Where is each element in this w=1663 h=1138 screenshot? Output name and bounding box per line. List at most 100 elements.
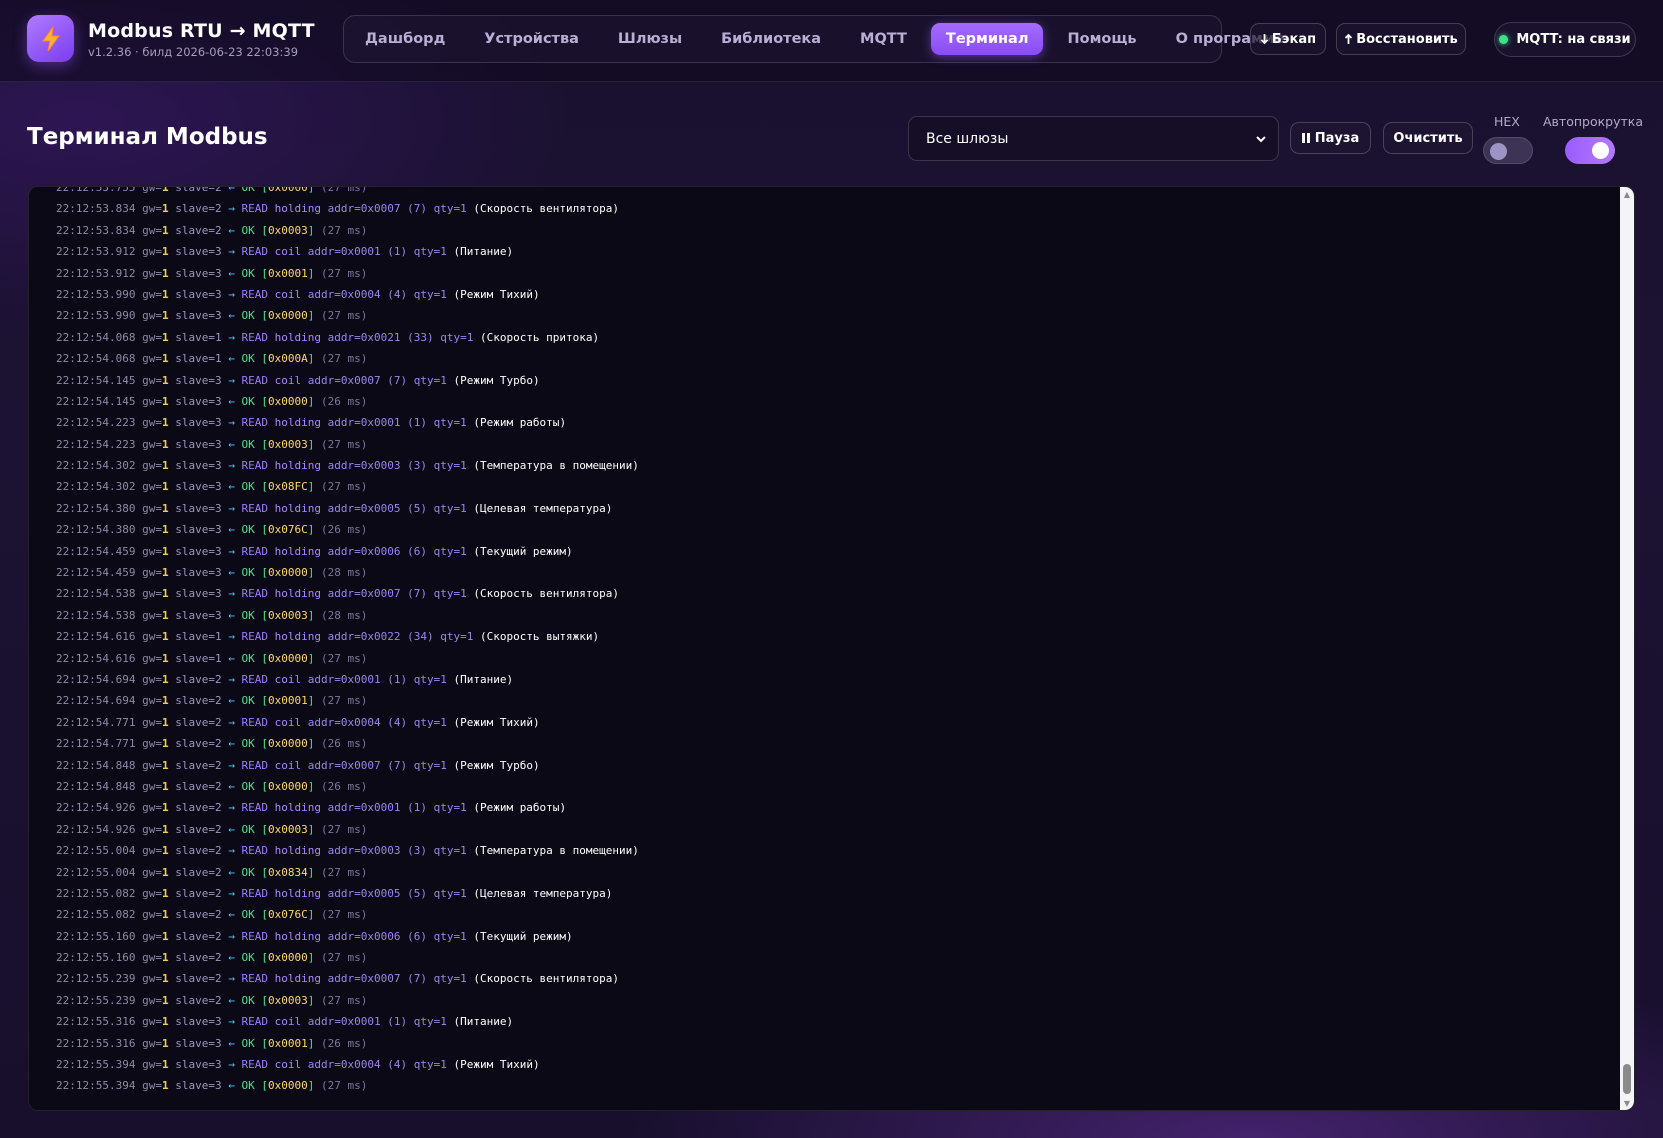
log-reg-type: holding xyxy=(274,544,321,558)
log-ms-unit: ms) xyxy=(340,822,368,836)
log-qty: 1 xyxy=(460,459,467,473)
arrow-right-icon: → xyxy=(221,501,242,515)
restore-button[interactable]: Восстановить xyxy=(1336,23,1466,55)
log-line: 22:12:54.068 gw=1 slave=1 ← OK [0x000A] … xyxy=(56,348,1620,369)
pause-icon xyxy=(1301,133,1310,143)
arrow-left-icon: ← xyxy=(221,437,242,451)
log-gw-key: gw= xyxy=(135,287,162,301)
log-paren: ) xyxy=(612,202,620,216)
log-latency: 26 xyxy=(327,1036,341,1050)
scrollbar-thumb[interactable] xyxy=(1623,1064,1631,1094)
gateway-select[interactable]: Все шлюзы xyxy=(908,116,1279,161)
log-value: 0x0001 xyxy=(267,694,308,708)
scroll-up-icon[interactable]: ▲ xyxy=(1620,187,1634,201)
tab-devices[interactable]: Устройства xyxy=(469,23,594,55)
page-title: Терминал Modbus xyxy=(27,124,268,150)
log-paren: ( xyxy=(380,287,394,301)
log-slave-key: slave= xyxy=(168,822,215,836)
log-gw: 1 xyxy=(161,416,169,430)
log-desc: Целевая температура xyxy=(479,501,606,515)
log-paren: ( xyxy=(380,672,394,686)
log-gw: 1 xyxy=(161,352,169,366)
log-gw: 1 xyxy=(161,886,169,900)
log-value: 0x0001 xyxy=(267,266,308,280)
log-time: 22:12:54.926 xyxy=(56,822,136,836)
log-time: 22:12:55.394 xyxy=(56,1058,136,1072)
log-status: OK xyxy=(241,822,262,836)
log-addr: 0x0007 xyxy=(340,373,381,387)
log-ms-unit: ms) xyxy=(340,908,368,922)
log-latency: 27 xyxy=(327,480,341,494)
log-line: 22:12:54.223 gw=1 slave=3 ← OK [0x0003] … xyxy=(56,434,1620,455)
log-slave: 2 xyxy=(214,223,222,237)
log-status: OK xyxy=(241,266,262,280)
log-ms-unit: ms) xyxy=(340,993,368,1007)
arrow-right-icon: → xyxy=(221,929,242,943)
scroll-down-icon[interactable]: ▼ xyxy=(1620,1096,1634,1110)
tab-mqtt[interactable]: MQTT xyxy=(845,23,922,55)
log-gw-key: gw= xyxy=(135,651,162,665)
log-qty: 1 xyxy=(460,544,467,558)
tab-help[interactable]: Помощь xyxy=(1052,23,1151,55)
log-paren: ( xyxy=(466,844,480,858)
log-slave: 2 xyxy=(214,822,222,836)
tab-dashboard[interactable]: Дашборд xyxy=(350,23,460,55)
log-paren: ( xyxy=(466,202,480,216)
log-paren: ( xyxy=(400,630,414,644)
log-gw: 1 xyxy=(161,1036,169,1050)
log-addr-key: addr= xyxy=(320,886,361,900)
log-latency: 27 xyxy=(327,908,341,922)
log-paren: ( xyxy=(380,373,394,387)
hex-toggle[interactable] xyxy=(1483,137,1533,164)
clear-button[interactable]: Очистить xyxy=(1383,122,1473,154)
log-paren: ) xyxy=(420,844,427,858)
log-time: 22:12:55.004 xyxy=(56,844,136,858)
log-gw-key: gw= xyxy=(135,801,162,815)
log-gw-key: gw= xyxy=(135,523,162,537)
log-line: 22:12:54.848 gw=1 slave=2 → READ coil ad… xyxy=(56,755,1620,776)
backup-button[interactable]: Бэкап xyxy=(1250,23,1326,55)
backup-label: Бэкап xyxy=(1271,31,1317,47)
log-status: OK xyxy=(241,480,262,494)
log-reg-type: holding xyxy=(274,972,321,986)
log-slave-key: slave= xyxy=(168,951,215,965)
tab-library[interactable]: Библиотека xyxy=(706,23,836,55)
log-addr-dec: 34 xyxy=(413,630,427,644)
log-slave-key: slave= xyxy=(168,672,215,686)
arrow-right-icon: → xyxy=(221,373,242,387)
log-desc: Скорость притока xyxy=(486,330,593,344)
log-gw: 1 xyxy=(161,1079,169,1093)
log-reg-type: holding xyxy=(274,630,321,644)
arrow-left-icon: ← xyxy=(221,1079,242,1093)
log-bracket: [ xyxy=(261,737,268,751)
log-addr-key: addr= xyxy=(301,758,341,772)
log-qty: 1 xyxy=(440,245,447,259)
log-paren: ) xyxy=(532,715,540,729)
log-paren: ( xyxy=(400,929,414,943)
log-paren: ) xyxy=(506,1015,514,1029)
autoscroll-toggle[interactable] xyxy=(1565,137,1615,164)
log-gw: 1 xyxy=(161,523,169,537)
log-paren: ( xyxy=(314,1036,328,1050)
terminal-log-panel[interactable]: 22:12:53.755 gw=1 slave=2 ← OK [0x0000] … xyxy=(28,186,1635,1111)
log-status: OK xyxy=(241,608,262,622)
log-paren: ) xyxy=(605,501,613,515)
pause-button[interactable]: Пауза xyxy=(1290,122,1371,154)
log-time: 22:12:54.145 xyxy=(56,394,136,408)
log-gw-key: gw= xyxy=(135,608,162,622)
log-slave-key: slave= xyxy=(168,1058,215,1072)
log-paren: ( xyxy=(400,972,414,986)
log-status: OK xyxy=(241,951,262,965)
log-paren: ( xyxy=(400,330,414,344)
log-paren: ( xyxy=(314,993,328,1007)
log-gw: 1 xyxy=(161,245,169,259)
log-status: OK xyxy=(241,779,262,793)
tab-gateways[interactable]: Шлюзы xyxy=(603,23,697,55)
log-addr: 0x0003 xyxy=(360,844,401,858)
tab-terminal[interactable]: Терминал xyxy=(930,23,1044,55)
log-scrollbar[interactable]: ▲ ▼ xyxy=(1620,187,1634,1110)
log-gw: 1 xyxy=(161,459,169,473)
log-desc: Питание xyxy=(460,1015,507,1029)
log-desc: Скорость вентилятора xyxy=(479,972,613,986)
log-line: 22:12:53.834 gw=1 slave=2 → READ holding… xyxy=(56,198,1620,219)
